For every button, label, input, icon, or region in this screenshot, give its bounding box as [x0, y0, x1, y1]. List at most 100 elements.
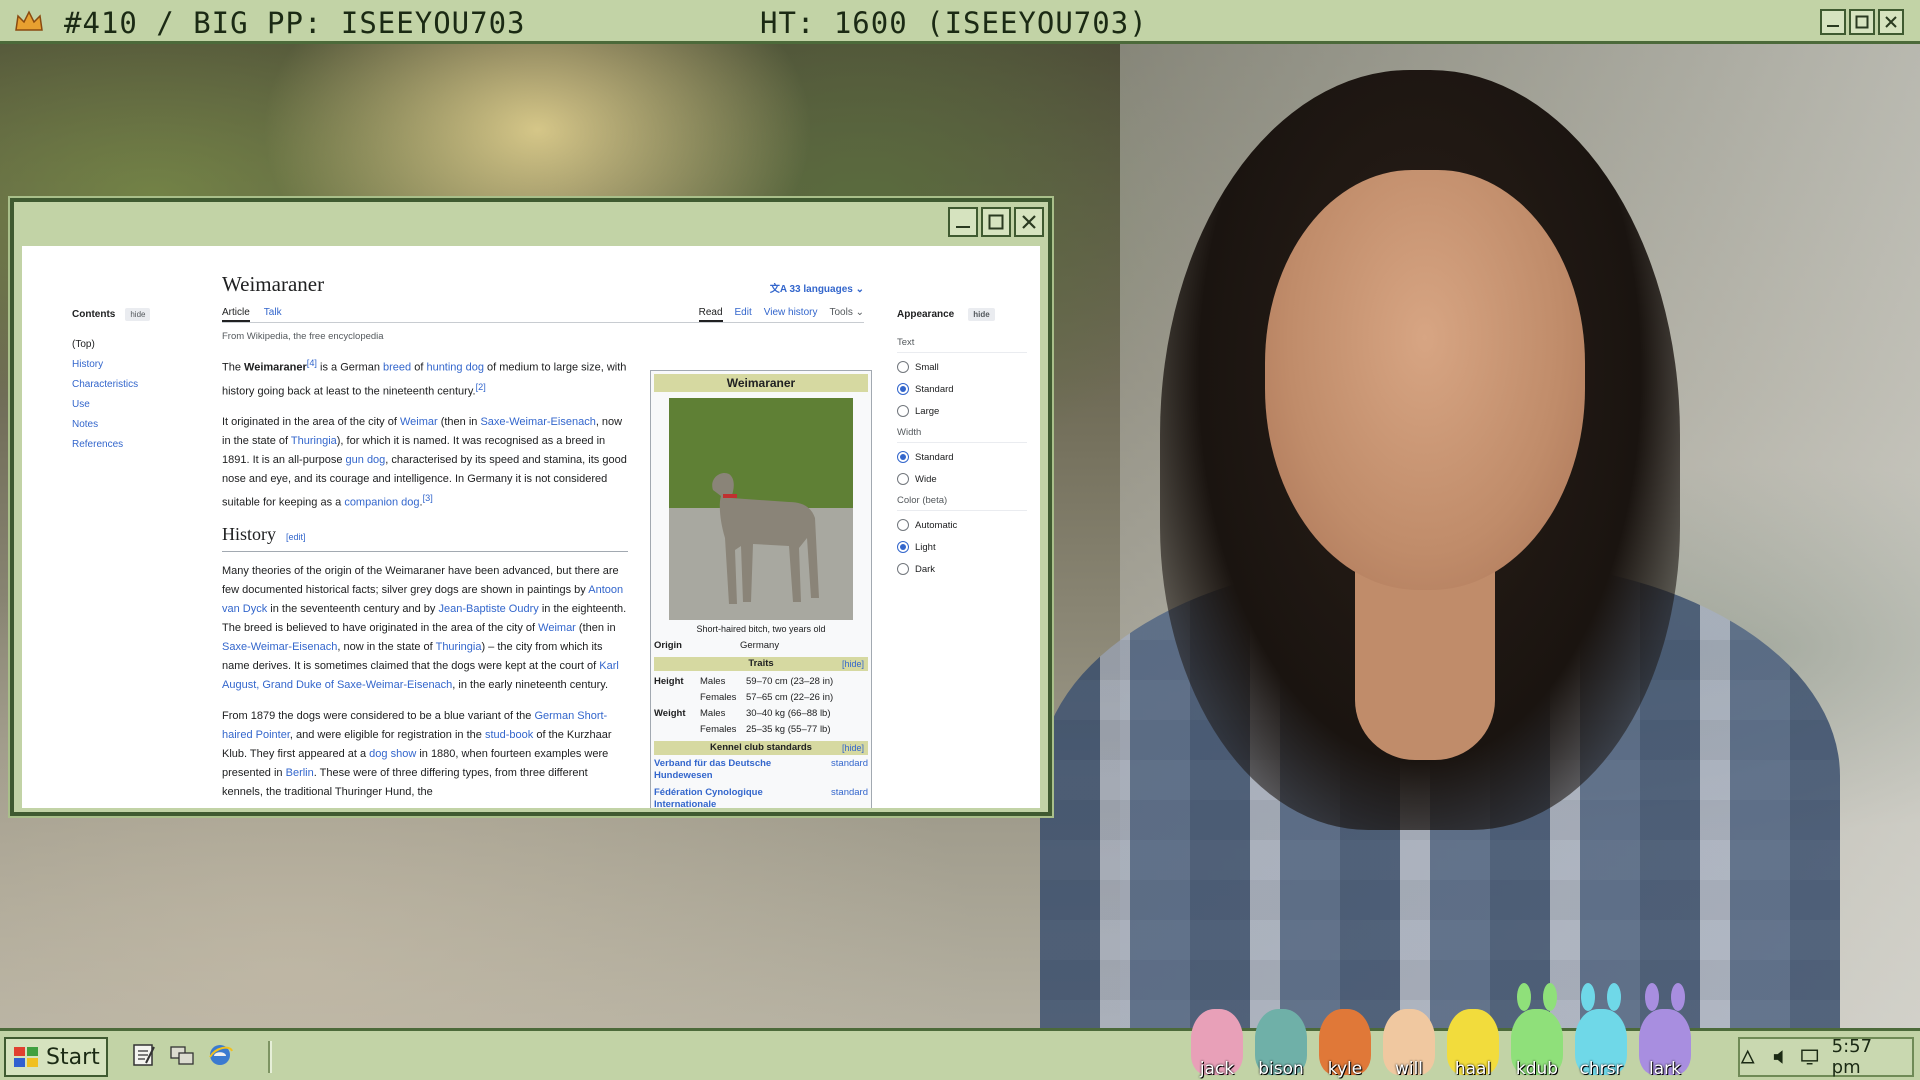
- chevron-down-icon: ⌄: [855, 284, 864, 295]
- network-icon[interactable]: [1740, 1047, 1761, 1067]
- link-thuringia[interactable]: Thuringia: [291, 435, 337, 447]
- toc-item-top[interactable]: (Top): [72, 339, 182, 350]
- color-option[interactable]: Automatic: [897, 519, 1027, 531]
- kennel-hide-button[interactable]: [hide]: [842, 741, 864, 755]
- height-females-row: Females 57–65 cm (22–26 in): [700, 692, 834, 703]
- peeps-row: jack bison kyle will haal kdub chrsr lar…: [1188, 981, 1694, 1079]
- languages-button[interactable]: 文A 33 languages ⌄: [770, 280, 864, 295]
- toc-title: Contents: [72, 309, 116, 320]
- clock: 5:57 pm: [1831, 1036, 1873, 1078]
- kennel-club-section: Kennel club standards [hide]: [654, 741, 868, 755]
- speaker-icon[interactable]: [1771, 1047, 1790, 1067]
- peep-bison: bison: [1252, 981, 1310, 1079]
- tab-tools[interactable]: Tools ⌄: [829, 307, 864, 322]
- browser-icon[interactable]: [206, 1041, 234, 1069]
- toc-item-history[interactable]: History: [72, 359, 182, 370]
- minimize-icon: [956, 226, 970, 228]
- width-group: Width Standard Wide: [897, 427, 1027, 485]
- browser-maximize-button[interactable]: [981, 207, 1011, 237]
- display-icon[interactable]: [1800, 1047, 1821, 1067]
- toc-item-notes[interactable]: Notes: [72, 419, 182, 430]
- link-jean-baptiste-oudry[interactable]: Jean-Baptiste Oudry: [438, 603, 538, 615]
- system-tray: 5:57 pm: [1738, 1036, 1914, 1078]
- intro-paragraph-2: It originated in the area of the city of…: [222, 416, 627, 509]
- link-stud-book[interactable]: stud-book: [485, 729, 533, 741]
- browser-titlebar[interactable]: [14, 202, 1048, 242]
- radio-button[interactable]: [897, 541, 909, 553]
- translate-icon: 文A: [769, 284, 790, 295]
- radio-button[interactable]: [897, 563, 909, 575]
- tab-edit[interactable]: Edit: [735, 307, 752, 322]
- browser-close-button[interactable]: [1014, 207, 1044, 237]
- text-size-option[interactable]: Small: [897, 361, 1027, 373]
- toc-item-use[interactable]: Use: [72, 399, 182, 410]
- toc-hide-button[interactable]: hide: [125, 308, 151, 321]
- tab-view-history[interactable]: View history: [764, 307, 818, 322]
- color-option[interactable]: Light: [897, 541, 1027, 553]
- color-option[interactable]: Dark: [897, 563, 1027, 575]
- link-gun-dog[interactable]: gun dog: [346, 454, 386, 466]
- history-edit-link[interactable]: [edit]: [286, 532, 306, 542]
- high-score: HT: 1600 (ISEEYOU703): [760, 6, 1148, 40]
- peep-will: will: [1380, 981, 1438, 1079]
- file-manager-icon[interactable]: [168, 1041, 196, 1069]
- browser-minimize-button[interactable]: [948, 207, 978, 237]
- toc-item-characteristics[interactable]: Characteristics: [72, 379, 182, 390]
- tab-read[interactable]: Read: [698, 307, 723, 322]
- close-icon: [1885, 16, 1897, 28]
- radio-button[interactable]: [897, 519, 909, 531]
- minimize-button[interactable]: [1820, 9, 1846, 35]
- width-option[interactable]: Wide: [897, 473, 1027, 485]
- history-paragraph-2: From 1879 the dogs were considered to be…: [222, 709, 612, 798]
- close-button[interactable]: [1878, 9, 1904, 35]
- intro-paragraph-1: The Weimaraner[4] is a German breed of h…: [222, 358, 627, 398]
- radio-button[interactable]: [897, 405, 909, 417]
- peep-chrsr: chrsr: [1572, 981, 1630, 1079]
- kennel-club-row[interactable]: Fédération Cynologique Internationale sta…: [654, 787, 868, 808]
- kennel-club-row[interactable]: Verband für das Deutsche Hundewesen stand…: [654, 758, 868, 782]
- link-weimar-2[interactable]: Weimar: [538, 622, 576, 634]
- browser-window-controls: [948, 207, 1044, 237]
- maximize-button[interactable]: [1849, 9, 1875, 35]
- table-of-contents: Contents hide (Top) History Characterist…: [72, 308, 182, 459]
- minimize-icon: [1827, 25, 1839, 27]
- notepad-icon[interactable]: [130, 1041, 158, 1069]
- text-size-option[interactable]: Standard: [897, 383, 1027, 395]
- link-saxe-weimar-eisenach-2[interactable]: Saxe-Weimar-Eisenach: [222, 641, 337, 653]
- history-paragraph-1: Many theories of the origin of the Weima…: [222, 564, 627, 691]
- tab-article[interactable]: Article: [222, 307, 250, 322]
- link-saxe-weimar-eisenach[interactable]: Saxe-Weimar-Eisenach: [480, 416, 595, 428]
- link-thuringia-2[interactable]: Thuringia: [436, 641, 482, 653]
- toc-item-references[interactable]: References: [72, 439, 182, 450]
- browser-window: Contents hide (Top) History Characterist…: [10, 198, 1052, 816]
- link-hunting-dog[interactable]: hunting dog: [426, 362, 484, 374]
- infobox-origin-row: Origin Germany: [654, 640, 780, 651]
- tab-talk[interactable]: Talk: [264, 307, 282, 322]
- radio-button[interactable]: [897, 451, 909, 463]
- article: Weimaraner 文A 33 languages ⌄ Article Tal…: [222, 272, 872, 808]
- dog-photo[interactable]: [669, 398, 853, 620]
- radio-button[interactable]: [897, 383, 909, 395]
- width-option[interactable]: Standard: [897, 451, 1027, 463]
- taskbar-separator: [268, 1041, 272, 1073]
- height-males-row: Height Males 59–70 cm (23–28 in): [654, 676, 834, 687]
- link-berlin[interactable]: Berlin: [286, 767, 314, 779]
- link-companion-dog[interactable]: companion dog: [344, 497, 419, 509]
- link-breed[interactable]: breed: [383, 362, 411, 374]
- appearance-hide-button[interactable]: hide: [968, 308, 995, 321]
- link-dog-show[interactable]: dog show: [369, 748, 416, 760]
- text-size-group: Text Small Standard Large: [897, 337, 1027, 417]
- wikipedia-page: Contents hide (Top) History Characterist…: [22, 246, 1040, 808]
- crown-icon: [15, 10, 43, 31]
- streamer-neck: [1355, 560, 1495, 760]
- peep-lark: lark: [1636, 981, 1694, 1079]
- article-body: The Weimaraner[4] is a German breed of h…: [222, 354, 628, 808]
- article-title: Weimaraner: [222, 272, 325, 296]
- radio-button[interactable]: [897, 361, 909, 373]
- text-size-option[interactable]: Large: [897, 405, 1027, 417]
- link-weimar[interactable]: Weimar: [400, 416, 438, 428]
- start-button[interactable]: Start: [4, 1037, 108, 1077]
- radio-button[interactable]: [897, 473, 909, 485]
- traits-hide-button[interactable]: [hide]: [842, 657, 864, 671]
- from-wikipedia-tagline: From Wikipedia, the free encyclopedia: [222, 331, 384, 342]
